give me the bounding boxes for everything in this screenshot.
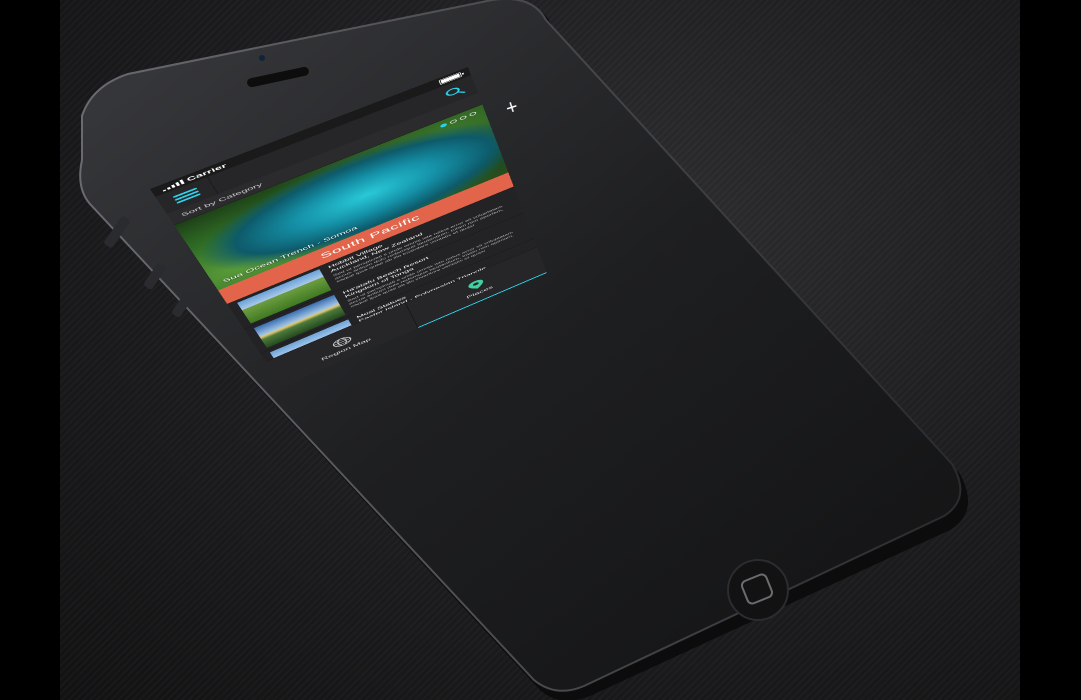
carousel-dot[interactable] bbox=[469, 111, 477, 117]
hamburger-icon bbox=[174, 190, 200, 201]
carousel-dot[interactable] bbox=[449, 118, 458, 125]
phone-body bbox=[79, 0, 962, 692]
camera bbox=[259, 55, 265, 61]
carousel-dot[interactable] bbox=[459, 115, 467, 121]
phone-device bbox=[0, 0, 1081, 700]
carousel-dot[interactable] bbox=[439, 122, 448, 129]
home-button bbox=[727, 559, 789, 621]
